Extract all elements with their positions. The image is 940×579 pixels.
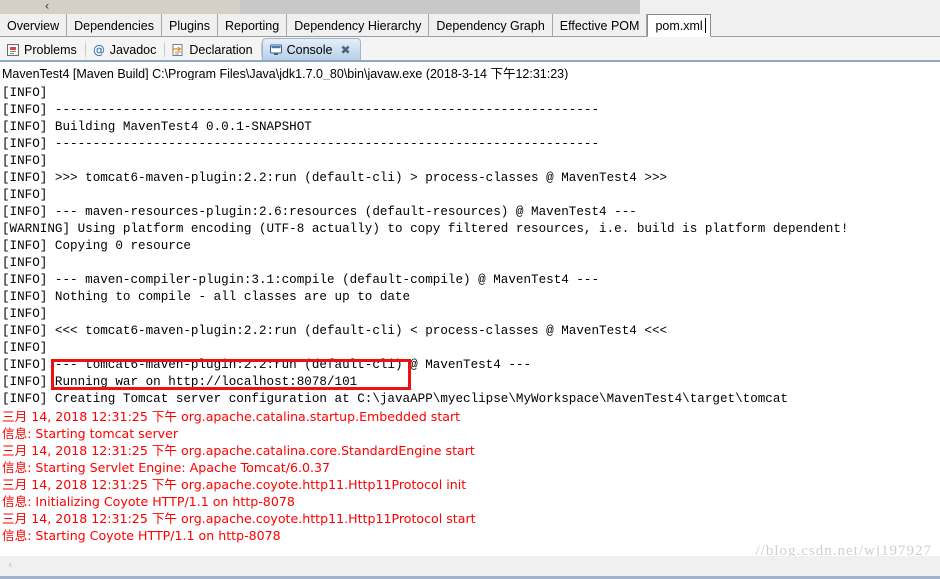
- tab-problems[interactable]: Problems: [0, 39, 86, 60]
- console-line: [INFO] --- maven-compiler-plugin:3.1:com…: [2, 273, 600, 287]
- tab-dependency-graph[interactable]: Dependency Graph: [429, 14, 553, 36]
- tab-declaration[interactable]: Declaration: [165, 39, 262, 60]
- tab-dependencies[interactable]: Dependencies: [67, 14, 163, 36]
- console-line: [INFO] >>> tomcat6-maven-plugin:2.2:run …: [2, 171, 668, 185]
- scroll-left-icon[interactable]: ‹: [8, 558, 12, 572]
- console-line: [INFO] Nothing to compile - all classes …: [2, 290, 411, 304]
- console-output[interactable]: [INFO] [INFO] ---------------------------…: [0, 85, 940, 543]
- tab-pom-xml[interactable]: pom.xml: [647, 14, 711, 37]
- back-chevron-icon[interactable]: ‹: [40, 0, 54, 14]
- tab-console-label: Console: [286, 42, 333, 57]
- console-line: [INFO] ---------------------------------…: [2, 137, 600, 151]
- console-line: [INFO] Running war on http://localhost:8…: [2, 375, 358, 389]
- tab-plugins[interactable]: Plugins: [162, 14, 219, 36]
- horizontal-scrollbar[interactable]: ‹: [0, 556, 940, 579]
- console-line: 信息: Starting Coyote HTTP/1.1 on http-807…: [2, 528, 281, 543]
- tab-javadoc-label: Javadoc: [109, 42, 157, 57]
- view-tab-bar: Problems @ Javadoc Declaration Console ✖: [0, 37, 940, 62]
- close-icon[interactable]: ✖: [340, 44, 350, 56]
- console-line: [INFO] Creating Tomcat server configurat…: [2, 392, 788, 406]
- console-line: [INFO] Building MavenTest4 0.0.1-SNAPSHO…: [2, 120, 312, 134]
- tab-overview-label: Overview: [7, 18, 60, 33]
- console-line: [INFO]: [2, 188, 48, 202]
- tab-reporting[interactable]: Reporting: [218, 14, 288, 36]
- tab-dependency-graph-label: Dependency Graph: [436, 18, 545, 33]
- console-line: [INFO]: [2, 341, 48, 355]
- svg-text:@: @: [93, 43, 105, 57]
- console-line: 信息: Initializing Coyote HTTP/1.1 on http…: [2, 494, 295, 509]
- declaration-icon: [171, 43, 185, 57]
- console-line: 三月 14, 2018 12:31:25 下午 org.apache.catal…: [2, 409, 461, 424]
- tab-overview[interactable]: Overview: [0, 14, 68, 36]
- console-line: [INFO]: [2, 154, 48, 168]
- console-line: [INFO] ---------------------------------…: [2, 103, 600, 117]
- console-line: 信息: Starting tomcat server: [2, 426, 179, 441]
- tab-dependencies-label: Dependencies: [74, 18, 155, 33]
- tab-dependency-hierarchy[interactable]: Dependency Hierarchy: [287, 14, 430, 36]
- tab-declaration-label: Declaration: [189, 42, 253, 57]
- problems-icon: [6, 43, 20, 57]
- tab-plugins-label: Plugins: [169, 18, 211, 33]
- tab-effective-pom[interactable]: Effective POM: [553, 14, 648, 36]
- tab-javadoc[interactable]: @ Javadoc: [86, 39, 166, 60]
- console-line: [INFO] Copying 0 resource: [2, 239, 191, 253]
- tab-reporting-label: Reporting: [225, 18, 280, 33]
- view-tabs-filler: [361, 39, 940, 60]
- console-line: [INFO] --- maven-resources-plugin:2.6:re…: [2, 205, 637, 219]
- tab-problems-label: Problems: [24, 42, 77, 57]
- editor-strip-far-right-fill: [640, 0, 940, 14]
- console-launch-header: MavenTest4 [Maven Build] C:\Program File…: [0, 62, 940, 80]
- console-line: 三月 14, 2018 12:31:25 下午 org.apache.coyot…: [2, 477, 467, 492]
- tab-pom-xml-label: pom.xml: [655, 19, 703, 34]
- console-line: [INFO]: [2, 307, 48, 321]
- console-line: 信息: Starting Servlet Engine: Apache Tomc…: [2, 460, 331, 475]
- console-line: 三月 14, 2018 12:31:25 下午 org.apache.catal…: [2, 443, 475, 458]
- console-line: 三月 14, 2018 12:31:25 下午 org.apache.coyot…: [2, 511, 476, 526]
- console-line: [WARNING] Using platform encoding (UTF-8…: [2, 222, 849, 236]
- console-line: [INFO] <<< tomcat6-maven-plugin:2.2:run …: [2, 324, 668, 338]
- console-line: [INFO]: [2, 256, 48, 270]
- pom-editor-tabs: Overview Dependencies Plugins Reporting …: [0, 14, 940, 37]
- tab-effective-pom-label: Effective POM: [559, 18, 640, 33]
- bottom-bar: //blog.csdn.net/wj197927 ‹: [0, 543, 940, 579]
- console-line: [INFO]: [2, 86, 48, 100]
- javadoc-at-icon: @: [92, 43, 106, 57]
- console-line: [INFO] --- tomcat6-maven-plugin:2.2:run …: [2, 358, 532, 372]
- editor-top-strip: ‹: [0, 0, 940, 14]
- tab-dependency-hierarchy-label: Dependency Hierarchy: [294, 18, 422, 33]
- tab-console[interactable]: Console ✖: [261, 38, 361, 60]
- console-icon: [269, 43, 283, 57]
- pom-tabs-filler: [710, 14, 940, 36]
